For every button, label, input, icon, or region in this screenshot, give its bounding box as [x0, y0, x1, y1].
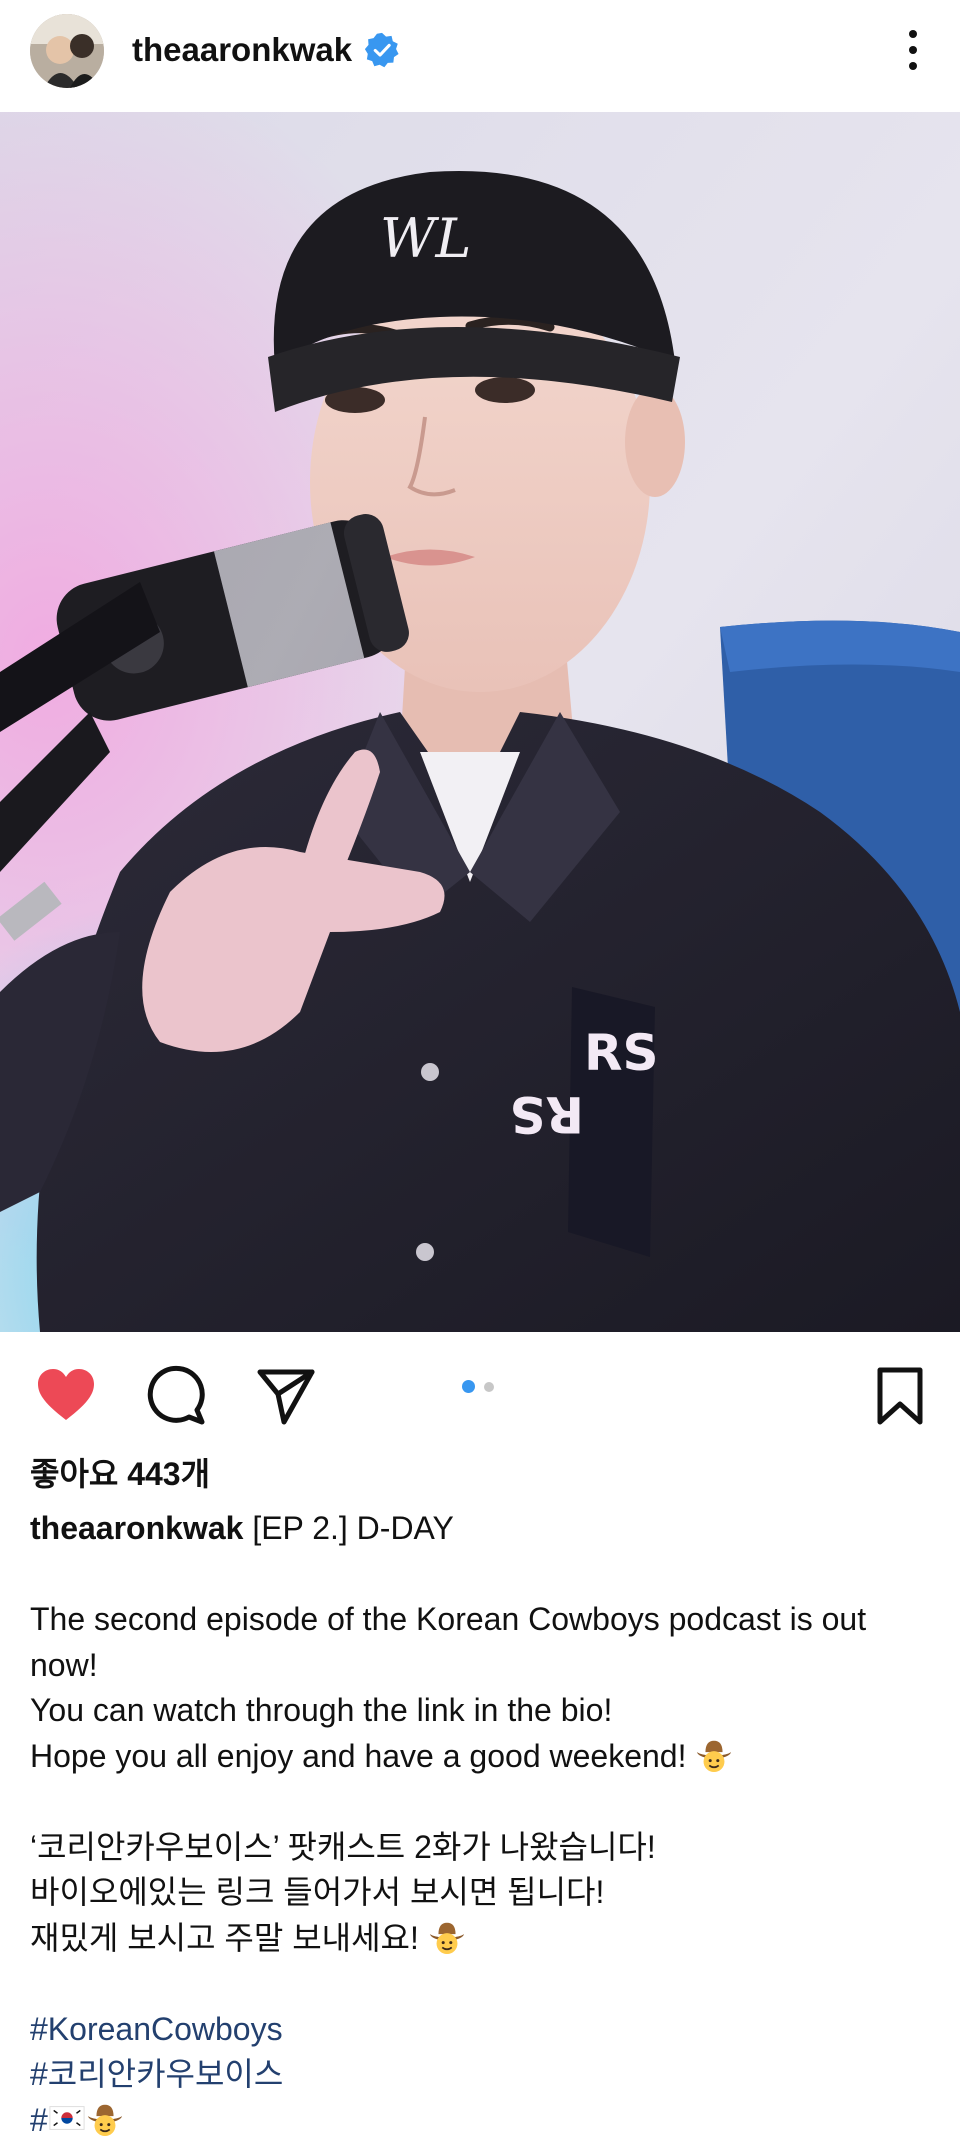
hashtag-korean[interactable]: #코리안카우보이스	[30, 2052, 940, 2098]
send-icon[interactable]	[254, 1364, 318, 1428]
svg-text:WL: WL	[380, 207, 471, 270]
caption-en-line3-row: Hope you all enjoy and have a good weeke…	[30, 1734, 940, 1780]
heart-filled-icon[interactable]	[34, 1364, 98, 1428]
cowboy-emoji-icon	[697, 1740, 732, 1772]
cowboy-emoji-icon	[87, 2104, 122, 2136]
action-bar	[0, 1332, 960, 1442]
caption-ko-line2: 바이오에있는 링크 들어가서 보시면 됩니다!	[30, 1874, 605, 1910]
svg-text:RS: RS	[584, 1024, 659, 1082]
more-vertical-icon[interactable]	[895, 22, 931, 78]
korea-flag-emoji-icon	[49, 2105, 85, 2130]
hashtag-prefix: #	[30, 2101, 48, 2138]
caption-en-line1: The second episode of the Korean Cowboys…	[30, 1601, 867, 1683]
comment-icon[interactable]	[144, 1364, 208, 1428]
cowboy-emoji-icon	[429, 1922, 464, 1954]
caption-ko-line3: 재밌게 보시고 주말 보내세요!	[30, 1919, 419, 1956]
post-photo[interactable]: RS RS WL	[0, 112, 960, 1332]
carousel-dot	[484, 1382, 494, 1392]
bookmark-icon[interactable]	[868, 1364, 932, 1428]
svg-text:RS: RS	[509, 1085, 584, 1143]
carousel-dot-active	[462, 1380, 475, 1393]
header-username[interactable]: theaaronkwak	[132, 28, 352, 72]
caption-title-line: theaaronkwak [EP 2.] D-DAY	[30, 1506, 940, 1552]
hashtag-emoji[interactable]: #	[30, 2098, 940, 2144]
hashtag-koreancowboys[interactable]: #KoreanCowboys	[30, 2007, 940, 2053]
likes-count[interactable]: 좋아요 443개	[30, 1452, 210, 1496]
caption-en-line2: You can watch through the link in the bi…	[30, 1692, 613, 1728]
caption: theaaronkwak [EP 2.] D-DAY The second ep…	[30, 1506, 940, 2143]
caption-title: [EP 2.] D-DAY	[252, 1510, 454, 1546]
caption-en-line3: Hope you all enjoy and have a good weeke…	[30, 1737, 687, 1774]
caption-ko-line3-row: 재밌게 보시고 주말 보내세요!	[30, 1916, 940, 1962]
caption-ko-line1: ‘코리안카우보이스’ 팟캐스트 2화가 나왔습니다!	[30, 1828, 656, 1865]
caption-username[interactable]: theaaronkwak	[30, 1510, 243, 1546]
avatar[interactable]	[30, 14, 104, 88]
verified-badge-icon	[364, 32, 399, 68]
post-header: theaaronkwak	[0, 0, 960, 112]
